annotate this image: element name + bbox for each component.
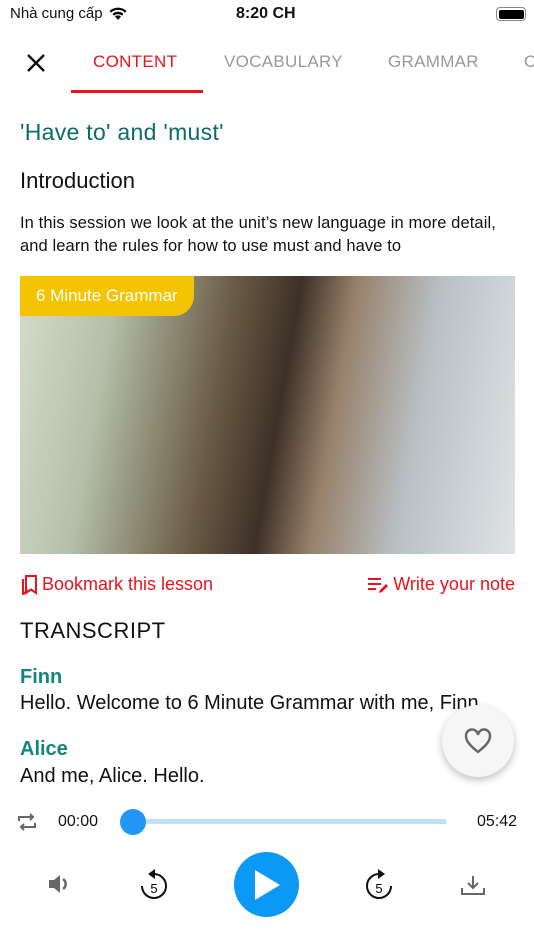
clock: 8:20 CH [236, 5, 296, 22]
close-button[interactable] [24, 52, 48, 76]
tab-content[interactable]: CONTENT [93, 52, 177, 72]
rewind-icon: 5 [141, 869, 167, 899]
lesson-image: 6 Minute Grammar [20, 276, 515, 554]
write-note-button[interactable]: Write your note [367, 574, 515, 595]
audio-player: 00:00 05:42 [0, 806, 534, 836]
bookmark-label: Bookmark this lesson [42, 574, 214, 594]
carrier: Nhà cung cấp [10, 5, 103, 22]
status-bar: Nhà cung cấp 8:20 CH [0, 0, 534, 30]
close-icon [27, 54, 45, 72]
repeat-icon[interactable] [16, 811, 38, 833]
duration: 05:42 [477, 813, 518, 830]
note-label: Write your note [393, 574, 515, 594]
svg-text:5: 5 [375, 881, 382, 896]
transcript-line: And me, Alice. Hello. [20, 765, 205, 787]
favorite-button[interactable] [442, 705, 514, 777]
tab-vocabulary[interactable]: VOCABULARY [224, 52, 343, 72]
speaker-name: Finn [20, 666, 63, 688]
forward-button[interactable]: 5 [363, 868, 395, 902]
volume-button[interactable] [46, 872, 72, 896]
transcript-line: Hello. Welcome to 6 Minute Grammar with … [20, 692, 485, 714]
section-heading: Introduction [20, 168, 135, 193]
speaker-name: Alice [20, 738, 68, 760]
series-badge: 6 Minute Grammar [20, 276, 194, 316]
svg-text:5: 5 [150, 881, 157, 896]
rewind-button[interactable]: 5 [138, 868, 170, 902]
current-time: 00:00 [58, 813, 99, 830]
seek-bar[interactable] [132, 819, 446, 824]
edit-note-icon [368, 577, 389, 593]
play-button[interactable] [234, 852, 299, 917]
battery-icon [496, 7, 526, 21]
tab-partial[interactable]: C [524, 52, 534, 72]
forward-icon: 5 [366, 869, 392, 899]
play-icon [254, 869, 280, 900]
transcript-heading: TRANSCRIPT [20, 618, 166, 643]
tab-bar: CONTENT VOCABULARY GRAMMAR C [0, 40, 534, 94]
active-tab-indicator [71, 90, 203, 93]
bookmark-button[interactable]: Bookmark this lesson [20, 574, 213, 595]
lesson-title: 'Have to' and 'must' [20, 119, 224, 145]
download-icon [461, 876, 485, 895]
lesson-description: In this session we look at the unit’s ne… [20, 214, 496, 255]
volume-icon [49, 875, 67, 893]
heart-icon [464, 728, 492, 754]
seek-handle[interactable] [120, 809, 146, 835]
wifi-icon [109, 7, 127, 20]
bookmark-icon [22, 574, 37, 595]
tab-grammar[interactable]: GRAMMAR [388, 52, 479, 72]
download-button[interactable] [460, 874, 486, 896]
